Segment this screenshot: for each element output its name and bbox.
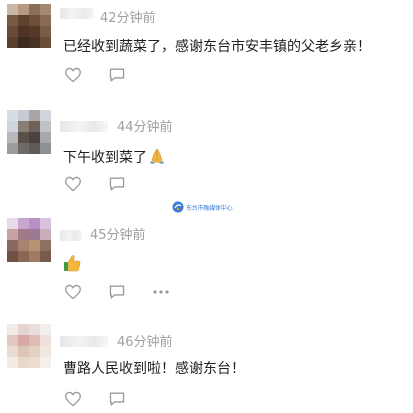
like-button[interactable] xyxy=(63,66,83,84)
avatar[interactable] xyxy=(7,110,51,154)
heart-outline-icon xyxy=(65,391,81,407)
username[interactable] xyxy=(60,121,108,132)
heart-outline-icon xyxy=(65,67,81,83)
comment-bubble-icon xyxy=(109,285,125,299)
comment-item: 46分钟前 曹路人民收到啦！感谢东台！ xyxy=(0,324,413,413)
comment-item: 45分钟前 xyxy=(0,216,413,316)
comment-time: 42分钟前 xyxy=(100,11,156,26)
comment-text: 下午收到菜了 xyxy=(63,148,165,169)
heart-outline-icon xyxy=(65,176,81,192)
comment-time: 45分钟前 xyxy=(90,228,146,243)
avatar[interactable] xyxy=(7,218,51,262)
thumbs-up-emoji xyxy=(63,254,81,277)
avatar[interactable] xyxy=(7,324,51,368)
reply-button[interactable] xyxy=(107,283,127,301)
avatar[interactable] xyxy=(7,4,51,48)
username[interactable] xyxy=(60,8,94,19)
reply-button[interactable] xyxy=(107,390,127,408)
comment-bubble-icon xyxy=(109,177,125,191)
like-button[interactable] xyxy=(63,283,83,301)
comment-bubble-icon xyxy=(109,392,125,406)
media-logo-icon xyxy=(172,201,184,213)
like-button[interactable] xyxy=(63,390,83,408)
heart-outline-icon xyxy=(65,284,81,300)
more-button[interactable] xyxy=(151,283,171,301)
reply-button[interactable] xyxy=(107,66,127,84)
more-dots-icon xyxy=(153,290,169,294)
comment-item: 44分钟前 下午收到菜了 xyxy=(0,108,413,208)
username[interactable] xyxy=(60,336,108,347)
reply-button[interactable] xyxy=(107,175,127,193)
like-button[interactable] xyxy=(63,175,83,193)
comment-text: 曹路人民收到啦！感谢东台！ xyxy=(63,361,245,377)
comment-item: 42分钟前 已经收到蔬菜了，感谢东台市安丰镇的父老乡亲！ xyxy=(0,0,413,100)
comment-list: 42分钟前 已经收到蔬菜了，感谢东台市安丰镇的父老乡亲！ 44分钟前 下午收到菜… xyxy=(0,0,413,413)
comment-time: 46分钟前 xyxy=(117,335,173,350)
folded-hands-emoji xyxy=(149,148,165,169)
comment-bubble-icon xyxy=(109,68,125,82)
watermark-logo: 东台市融媒体中心 xyxy=(172,201,233,213)
username[interactable] xyxy=(60,230,82,241)
watermark-text: 东台市融媒体中心 xyxy=(186,204,233,212)
comment-text xyxy=(63,254,81,277)
comment-time: 44分钟前 xyxy=(117,120,173,135)
comment-text-content: 下午收到菜了 xyxy=(63,150,147,166)
comment-text: 已经收到蔬菜了，感谢东台市安丰镇的父老乡亲！ xyxy=(63,39,371,55)
